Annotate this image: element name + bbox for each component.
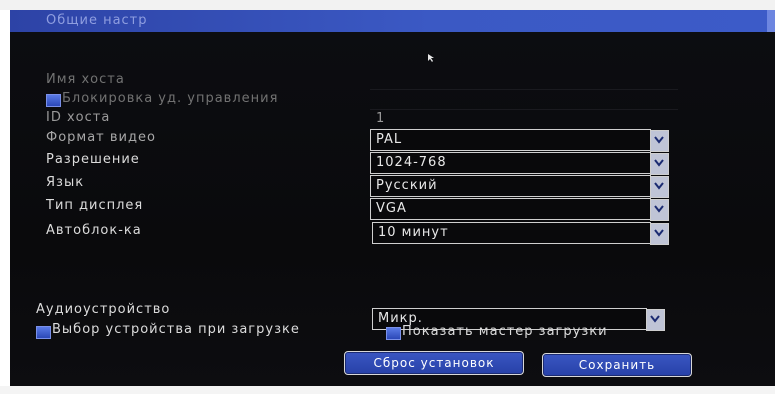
host-name-label: Имя хоста (46, 72, 125, 87)
video-format-label: Формат видео (46, 130, 156, 145)
display-type-dropdown-arrow[interactable] (650, 199, 669, 221)
language-dropdown-arrow[interactable] (650, 176, 669, 198)
title-bar: Общие настр (10, 10, 775, 32)
chevron-down-icon (654, 159, 664, 167)
audio-device-dropdown-arrow[interactable] (646, 309, 665, 331)
resolution-dropdown-arrow[interactable] (650, 153, 669, 175)
language-select[interactable]: Русский (370, 175, 651, 197)
video-format-dropdown-arrow[interactable] (650, 130, 669, 152)
host-id-label: ID хоста (46, 110, 111, 125)
autolock-label: Автоблок-ка (46, 223, 142, 238)
settings-panel: Имя хоста Блокировка уд. управления ID х… (10, 32, 775, 388)
language-label: Язык (46, 175, 85, 190)
video-format-select[interactable]: PAL (370, 129, 651, 151)
display-type-label: Тип дисплея (46, 198, 144, 213)
host-name-field[interactable] (370, 89, 678, 90)
mouse-cursor-icon (428, 54, 434, 62)
reset-settings-button[interactable]: Сброс установок (344, 351, 524, 375)
autolock-dropdown-arrow[interactable] (650, 223, 669, 245)
resolution-label: Разрешение (46, 152, 140, 167)
boot-device-select-label: Выбор устройства при загрузке (52, 322, 300, 337)
show-boot-wizard-label: Показать мастер загрузки (402, 324, 608, 339)
chevron-down-icon (654, 229, 664, 237)
chevron-down-icon (654, 205, 664, 213)
screen-bottom-border (0, 386, 775, 394)
boot-device-select-checkbox[interactable] (36, 326, 51, 339)
chevron-down-icon (650, 315, 660, 323)
show-boot-wizard-checkbox[interactable] (386, 327, 401, 340)
host-id-field[interactable]: 1 (370, 110, 676, 128)
close-icon[interactable] (767, 10, 775, 32)
screen-top-border (0, 0, 775, 10)
display-type-select[interactable]: VGA (370, 198, 651, 220)
remote-lock-checkbox[interactable] (46, 94, 61, 107)
chevron-down-icon (654, 182, 664, 190)
general-settings-dialog: Общие настр Имя хоста Блокировка уд. упр… (10, 10, 775, 388)
save-button[interactable]: Сохранить (542, 353, 692, 377)
autolock-select[interactable]: 10 минут (372, 222, 651, 244)
resolution-select[interactable]: 1024-768 (370, 152, 651, 174)
chevron-down-icon (654, 136, 664, 144)
audio-device-label: Аудиоустройство (36, 302, 171, 317)
dialog-title: Общие настр (46, 13, 148, 28)
remote-lock-label: Блокировка уд. управления (62, 91, 279, 106)
